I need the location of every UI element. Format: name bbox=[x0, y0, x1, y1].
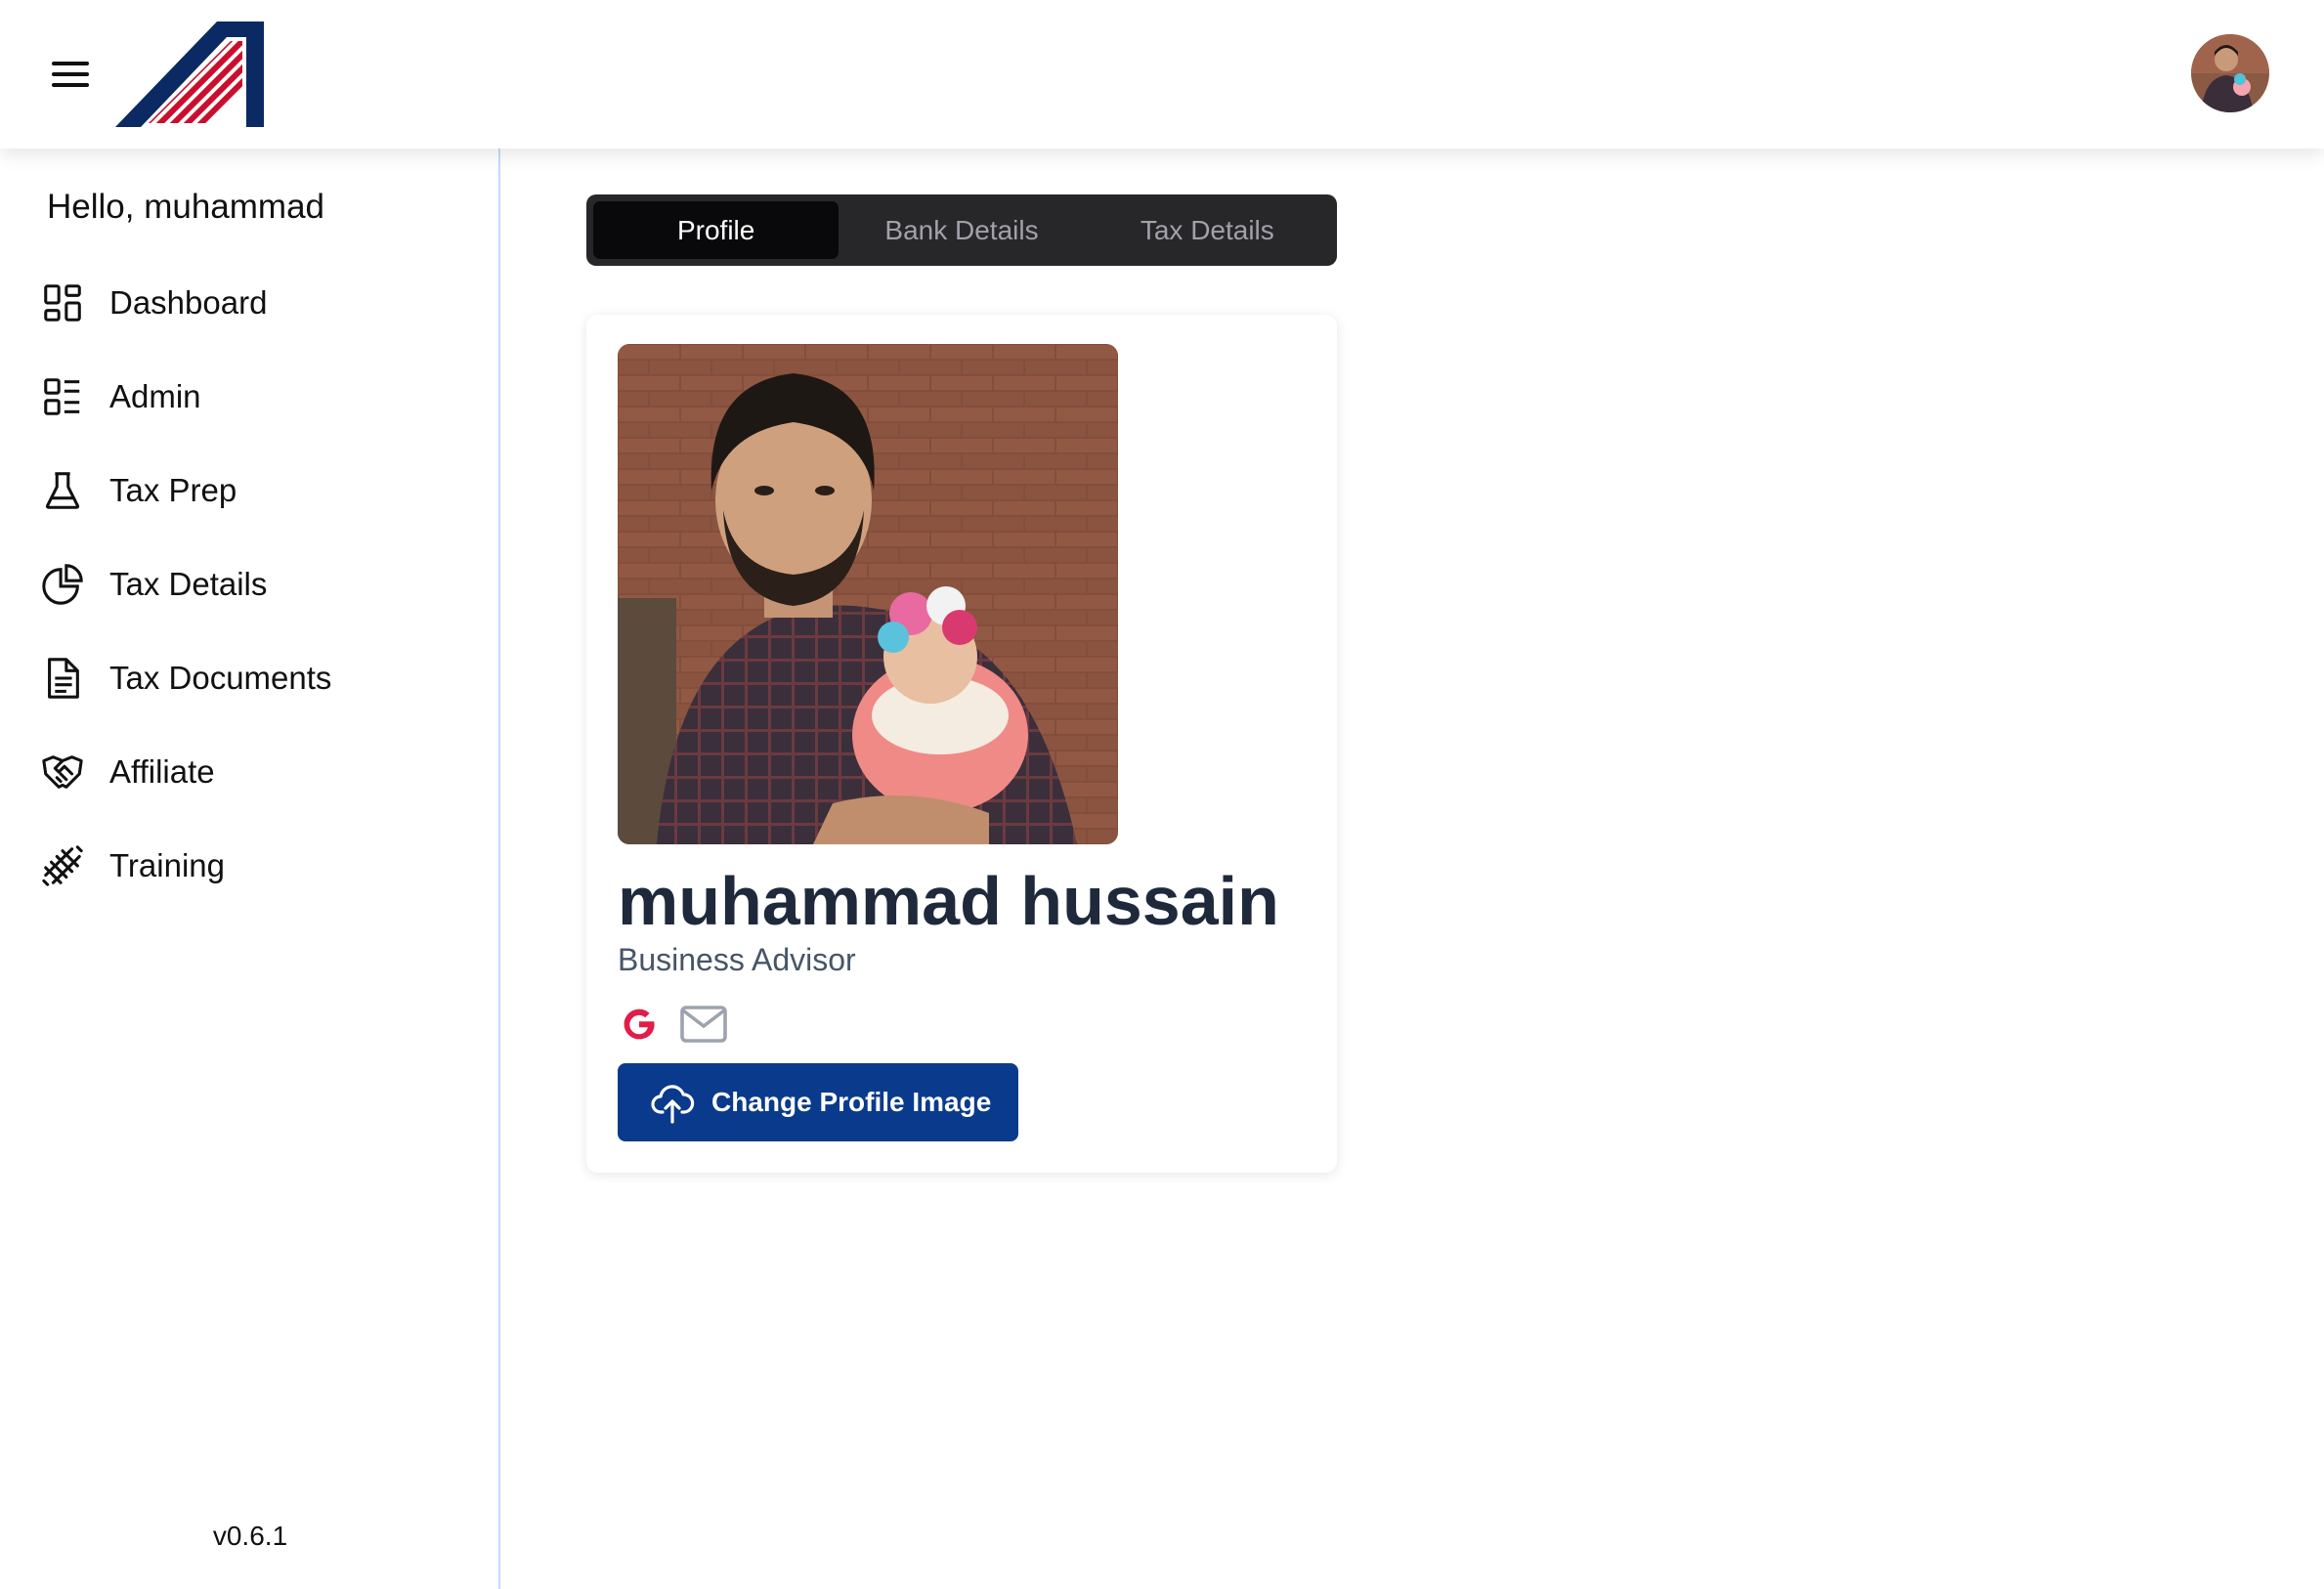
google-icon[interactable] bbox=[618, 1003, 661, 1046]
social-links bbox=[618, 1003, 727, 1046]
document-icon bbox=[37, 653, 88, 704]
mail-icon[interactable] bbox=[680, 1005, 727, 1044]
version-label: v0.6.1 bbox=[212, 1521, 288, 1551]
handshake-icon bbox=[37, 747, 88, 797]
profile-role: Business Advisor bbox=[618, 942, 856, 977]
sidebar-item-admin[interactable]: Admin bbox=[37, 350, 467, 444]
sidebar-item-label: Admin bbox=[109, 378, 201, 414]
sidebar-item-training[interactable]: Training bbox=[37, 819, 467, 913]
sidebar: Hello, muhammad Dashboard Admin Tax Prep… bbox=[0, 149, 500, 1589]
profile-card: muhammad hussain Business Advisor Change… bbox=[586, 315, 1337, 1173]
hamburger-menu-icon[interactable] bbox=[49, 55, 92, 94]
greeting-text: Hello, muhammad bbox=[47, 188, 324, 226]
tab-tax-details[interactable]: Tax Details bbox=[1085, 201, 1330, 259]
tab-profile[interactable]: Profile bbox=[593, 201, 839, 259]
cloud-upload-icon bbox=[651, 1085, 695, 1124]
sidebar-item-label: Tax Documents bbox=[109, 660, 332, 696]
dashboard-icon bbox=[37, 278, 88, 328]
profile-tabs: Profile Bank Details Tax Details bbox=[586, 194, 1337, 266]
sidebar-item-label: Tax Details bbox=[109, 566, 268, 602]
profile-photo bbox=[618, 344, 1118, 844]
sidebar-item-label: Tax Prep bbox=[109, 472, 237, 508]
sidebar-item-label: Training bbox=[109, 847, 225, 883]
sidebar-item-tax-prep[interactable]: Tax Prep bbox=[37, 444, 467, 537]
sidebar-nav: Dashboard Admin Tax Prep Tax Details Tax… bbox=[37, 256, 467, 913]
flask-icon bbox=[37, 465, 88, 516]
tab-bank-details[interactable]: Bank Details bbox=[839, 201, 1084, 259]
sidebar-item-tax-documents[interactable]: Tax Documents bbox=[37, 631, 467, 725]
top-header bbox=[0, 0, 2324, 149]
sidebar-item-dashboard[interactable]: Dashboard bbox=[37, 256, 467, 350]
sidebar-item-tax-details[interactable]: Tax Details bbox=[37, 537, 467, 631]
sidebar-item-label: Dashboard bbox=[109, 284, 268, 321]
pie-chart-icon bbox=[37, 559, 88, 610]
user-avatar[interactable] bbox=[2191, 34, 2269, 112]
sidebar-item-label: Affiliate bbox=[109, 753, 215, 790]
sidebar-item-affiliate[interactable]: Affiliate bbox=[37, 725, 467, 819]
brand-logo[interactable] bbox=[115, 21, 264, 127]
change-profile-image-button[interactable]: Change Profile Image bbox=[618, 1063, 1018, 1141]
change-profile-image-label: Change Profile Image bbox=[711, 1087, 992, 1117]
admin-list-icon bbox=[37, 371, 88, 422]
railway-icon bbox=[37, 840, 88, 891]
profile-name: muhammad hussain bbox=[618, 863, 1279, 939]
